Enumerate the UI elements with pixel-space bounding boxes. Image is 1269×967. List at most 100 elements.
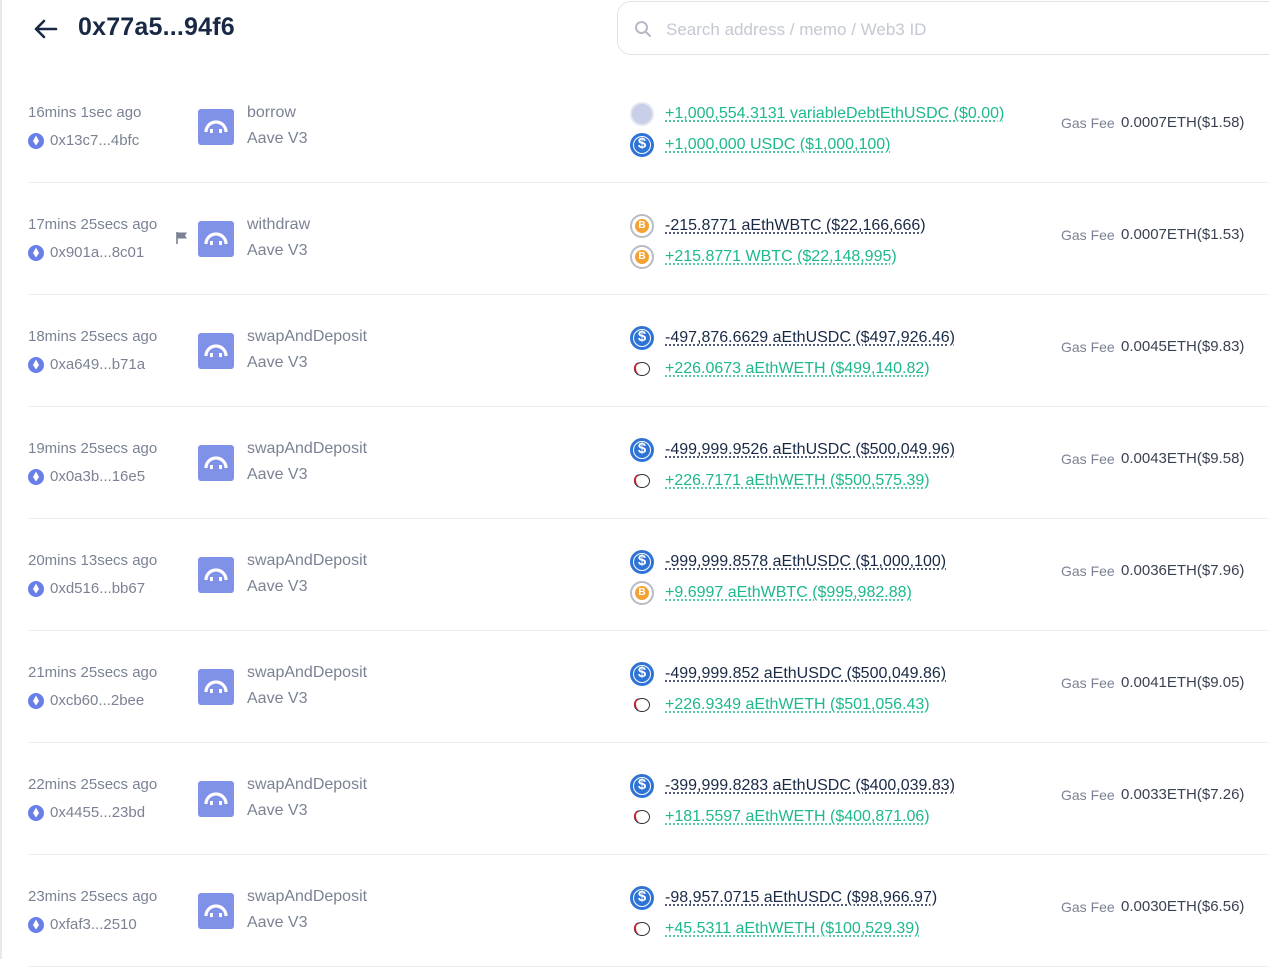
gas-fee-label: Gas Fee — [1061, 227, 1115, 243]
debt-token-icon — [630, 102, 654, 126]
search-box[interactable] — [617, 1, 1269, 55]
tx-project: Aave V3 — [247, 242, 308, 259]
token-amount-link[interactable]: -98,957.0715 aEthUSDC ($98,966.97) — [665, 889, 937, 907]
tx-hash-link[interactable]: 0xfaf3...2510 — [28, 916, 137, 933]
tx-hash-link[interactable]: 0x4455...23bd — [28, 804, 145, 821]
token-amount-link[interactable]: +181.5597 aEthWETH ($400,871.06) — [665, 808, 930, 826]
token-amount-link[interactable]: -499,999.9526 aEthUSDC ($500,049.96) — [665, 441, 955, 459]
usdc-icon — [630, 774, 654, 798]
aave-icon — [198, 109, 234, 145]
tx-project: Aave V3 — [247, 802, 308, 819]
tx-hash: 0xcb60...2bee — [50, 692, 145, 709]
tx-hash: 0x4455...23bd — [50, 804, 146, 821]
transaction-row: 19mins 25secs ago 0x0a3b...16e5 swapAndD… — [28, 407, 1269, 519]
flag-icon — [176, 232, 187, 244]
gas-fee-value: 0.0007ETH($1.58) — [1121, 114, 1245, 131]
ethereum-icon — [28, 916, 44, 933]
tx-project: Aave V3 — [247, 578, 308, 595]
gas-fee-value: 0.0043ETH($9.58) — [1121, 450, 1245, 467]
tx-hash-link[interactable]: 0x901a...8c01 — [28, 244, 144, 261]
tx-method: swapAndDeposit — [247, 888, 368, 905]
wbtc-icon — [630, 581, 654, 605]
ethereum-icon — [28, 132, 44, 149]
wbtc-icon — [630, 245, 654, 269]
tx-time: 21mins 25secs ago — [28, 664, 158, 681]
usdc-icon — [630, 326, 654, 350]
aave-icon — [198, 333, 234, 369]
transaction-row: 21mins 25secs ago 0xcb60...2bee swapAndD… — [28, 631, 1269, 743]
transaction-row: 18mins 25secs ago 0xa649...b71a swapAndD… — [28, 295, 1269, 407]
token-amount-link[interactable]: +45.5311 aEthWETH ($100,529.39) — [665, 920, 920, 938]
usdc-icon — [630, 662, 654, 686]
tx-hash: 0x901a...8c01 — [50, 244, 145, 261]
aave-icon — [198, 557, 234, 593]
token-amount-link[interactable]: +226.9349 aEthWETH ($501,056.43) — [665, 696, 930, 714]
transaction-row: 22mins 25secs ago 0x4455...23bd swapAndD… — [28, 743, 1269, 855]
arrow-left-icon — [34, 19, 58, 39]
tx-time: 23mins 25secs ago — [28, 888, 158, 905]
token-amount-link[interactable]: +1,000,554.3131 variableDebtEthUSDC ($0.… — [665, 105, 1004, 123]
search-input[interactable] — [664, 16, 1228, 44]
tx-time: 22mins 25secs ago — [28, 776, 158, 793]
gas-fee-value: 0.0045ETH($9.83) — [1121, 338, 1245, 355]
ethereum-icon — [28, 244, 44, 261]
tx-method: swapAndDeposit — [247, 664, 368, 681]
back-button[interactable] — [30, 14, 62, 44]
tx-hash-link[interactable]: 0xd516...bb67 — [28, 580, 145, 597]
tx-time: 20mins 13secs ago — [28, 552, 158, 569]
tx-method: swapAndDeposit — [247, 440, 368, 457]
gas-fee-value: 0.0033ETH($7.26) — [1121, 786, 1245, 803]
token-amount-link[interactable]: -215.8771 aEthWBTC ($22,166,666) — [665, 217, 926, 235]
tx-hash-link[interactable]: 0x0a3b...16e5 — [28, 468, 145, 485]
aave-icon — [198, 445, 234, 481]
weth-icon — [630, 469, 654, 493]
usdc-icon — [630, 438, 654, 462]
token-amount-link[interactable]: -999,999.8578 aEthUSDC ($1,000,100) — [665, 553, 946, 571]
token-amount-link[interactable]: +9.6997 aEthWBTC ($995,982.88) — [665, 584, 912, 602]
token-amount-link[interactable]: +1,000,000 USDC ($1,000,100) — [665, 136, 890, 154]
aave-icon — [198, 221, 234, 257]
tx-hash: 0xa649...b71a — [50, 356, 146, 373]
gas-fee-value: 0.0030ETH($6.56) — [1121, 898, 1245, 915]
weth-icon — [630, 805, 654, 829]
weth-icon — [630, 917, 654, 941]
ethereum-icon — [28, 468, 44, 485]
tx-project: Aave V3 — [247, 130, 308, 147]
tx-hash-link[interactable]: 0xa649...b71a — [28, 356, 145, 373]
tx-method: withdraw — [247, 216, 311, 233]
ethereum-icon — [28, 356, 44, 373]
wbtc-icon — [630, 214, 654, 238]
tx-project: Aave V3 — [247, 354, 308, 371]
token-amount-link[interactable]: -499,999.852 aEthUSDC ($500,049.86) — [665, 665, 946, 683]
transaction-row: 20mins 13secs ago 0xd516...bb67 swapAndD… — [28, 519, 1269, 631]
token-amount-link[interactable]: +215.8771 WBTC ($22,148,995) — [665, 248, 897, 266]
usdc-icon — [630, 886, 654, 910]
tx-project: Aave V3 — [247, 466, 308, 483]
tx-method: swapAndDeposit — [247, 552, 368, 569]
gas-fee-label: Gas Fee — [1061, 339, 1115, 355]
token-amount-link[interactable]: -399,999.8283 aEthUSDC ($400,039.83) — [665, 777, 955, 795]
ethereum-icon — [28, 580, 44, 597]
tx-hash-link[interactable]: 0x13c7...4bfc — [28, 132, 139, 149]
tx-project: Aave V3 — [247, 690, 308, 707]
usdc-icon — [630, 133, 654, 157]
tx-time: 18mins 25secs ago — [28, 328, 158, 345]
tx-hash-link[interactable]: 0xcb60...2bee — [28, 692, 144, 709]
tx-hash: 0xfaf3...2510 — [50, 916, 137, 933]
tx-project: Aave V3 — [247, 914, 308, 931]
tx-hash: 0x0a3b...16e5 — [50, 468, 146, 485]
tx-time: 16mins 1sec ago — [28, 104, 142, 121]
transaction-row: 23mins 25secs ago 0xfaf3...2510 swapAndD… — [28, 855, 1269, 967]
tx-method: swapAndDeposit — [247, 776, 368, 793]
aave-icon — [198, 669, 234, 705]
weth-icon — [630, 693, 654, 717]
usdc-icon — [630, 550, 654, 574]
gas-fee-value: 0.0041ETH($9.05) — [1121, 674, 1245, 691]
transaction-row: 17mins 25secs ago 0x901a...8c01 withdraw… — [28, 183, 1269, 295]
token-amount-link[interactable]: -497,876.6629 aEthUSDC ($497,926.46) — [665, 329, 955, 347]
gas-fee-value: 0.0007ETH($1.53) — [1121, 226, 1245, 243]
token-amount-link[interactable]: +226.0673 aEthWETH ($499,140.82) — [665, 360, 930, 378]
transaction-list: 16mins 1sec ago 0x13c7...4bfc borrow Aav… — [0, 71, 1269, 967]
token-amount-link[interactable]: +226.7171 aEthWETH ($500,575.39) — [665, 472, 930, 490]
ethereum-icon — [28, 692, 44, 709]
